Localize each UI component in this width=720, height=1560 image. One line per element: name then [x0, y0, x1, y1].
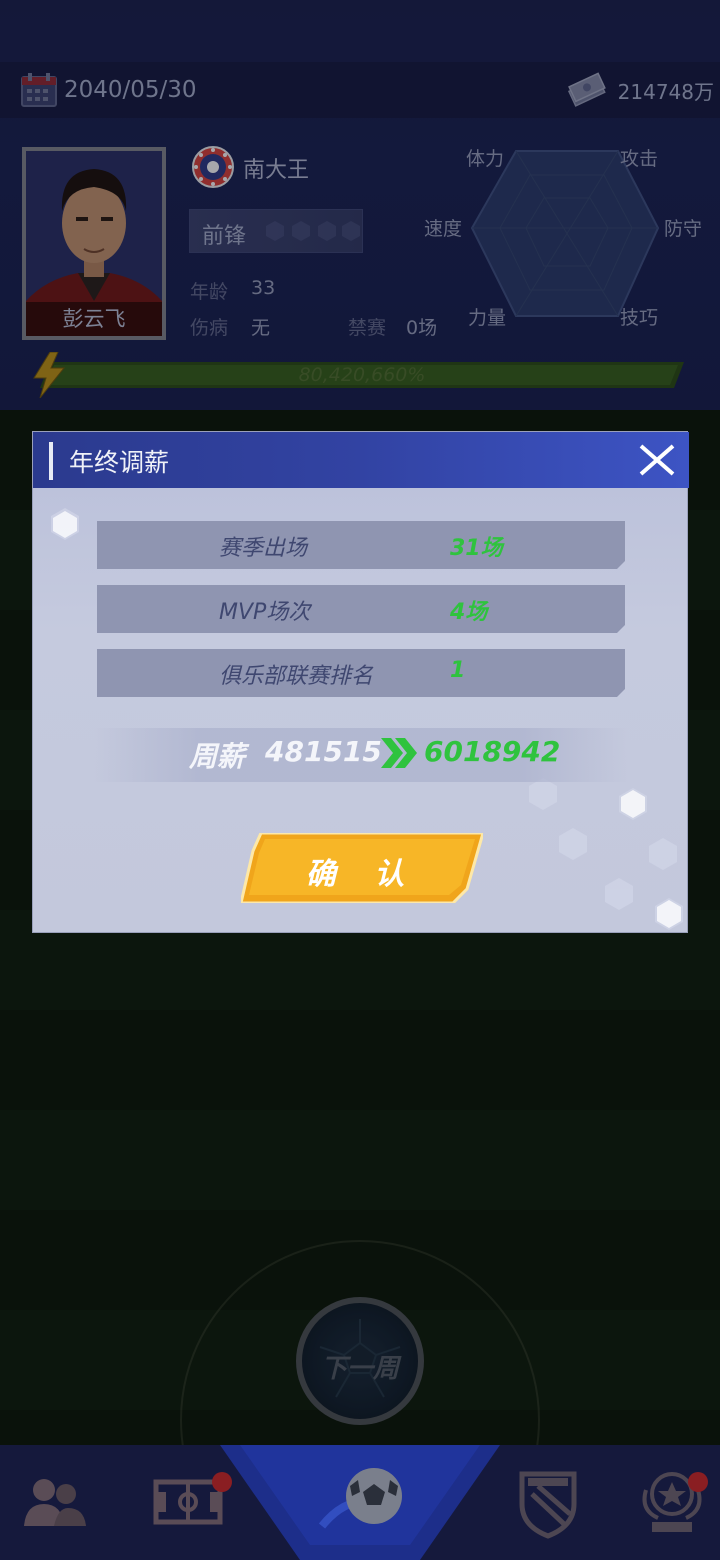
stat-label: 赛季出场: [219, 536, 308, 561]
confirm-button[interactable]: 确 认: [241, 833, 483, 903]
stat-row-mvp: MVP场次 4场: [97, 585, 625, 633]
football-icon[interactable]: [316, 1456, 412, 1552]
stat-label: 俱乐部联赛排名: [219, 664, 374, 689]
game-screen: 2040/05/30 214748万 彭云飞 南大王 前锋 年龄 33 伤病 无…: [0, 0, 720, 1560]
stat-row-league-rank: 俱乐部联赛排名 1: [97, 649, 625, 697]
confirm-label: 确 认: [305, 857, 419, 892]
dialog-header: 年终调薪: [33, 432, 689, 488]
club-crest-icon[interactable]: [508, 1460, 588, 1540]
stat-row-bg: [97, 521, 625, 569]
stat-label: MVP场次: [219, 600, 311, 625]
salary-adjust-dialog: 年终调薪 赛季出场 31场 MVP场次 4场 俱乐部联赛排名 1 周薪 4815…: [32, 431, 689, 933]
salary-label: 周薪: [189, 740, 246, 773]
close-icon[interactable]: [637, 440, 677, 480]
double-chevron-icon: [381, 738, 417, 768]
team-icon[interactable]: [14, 1460, 94, 1540]
notification-dot: [688, 1472, 708, 1492]
dialog-title: 年终调薪: [69, 448, 170, 477]
pitch-icon[interactable]: [148, 1460, 228, 1540]
salary-new: 6018942: [424, 735, 561, 768]
stat-value: 4场: [450, 600, 488, 625]
stat-row-appearances: 赛季出场 31场: [97, 521, 625, 569]
stat-value: 31场: [450, 536, 503, 561]
stat-value: 1: [450, 658, 466, 683]
stat-row-bg: [97, 585, 625, 633]
salary-old: 481515: [265, 735, 382, 768]
header-accent: [49, 442, 53, 480]
notification-dot: [212, 1472, 232, 1492]
